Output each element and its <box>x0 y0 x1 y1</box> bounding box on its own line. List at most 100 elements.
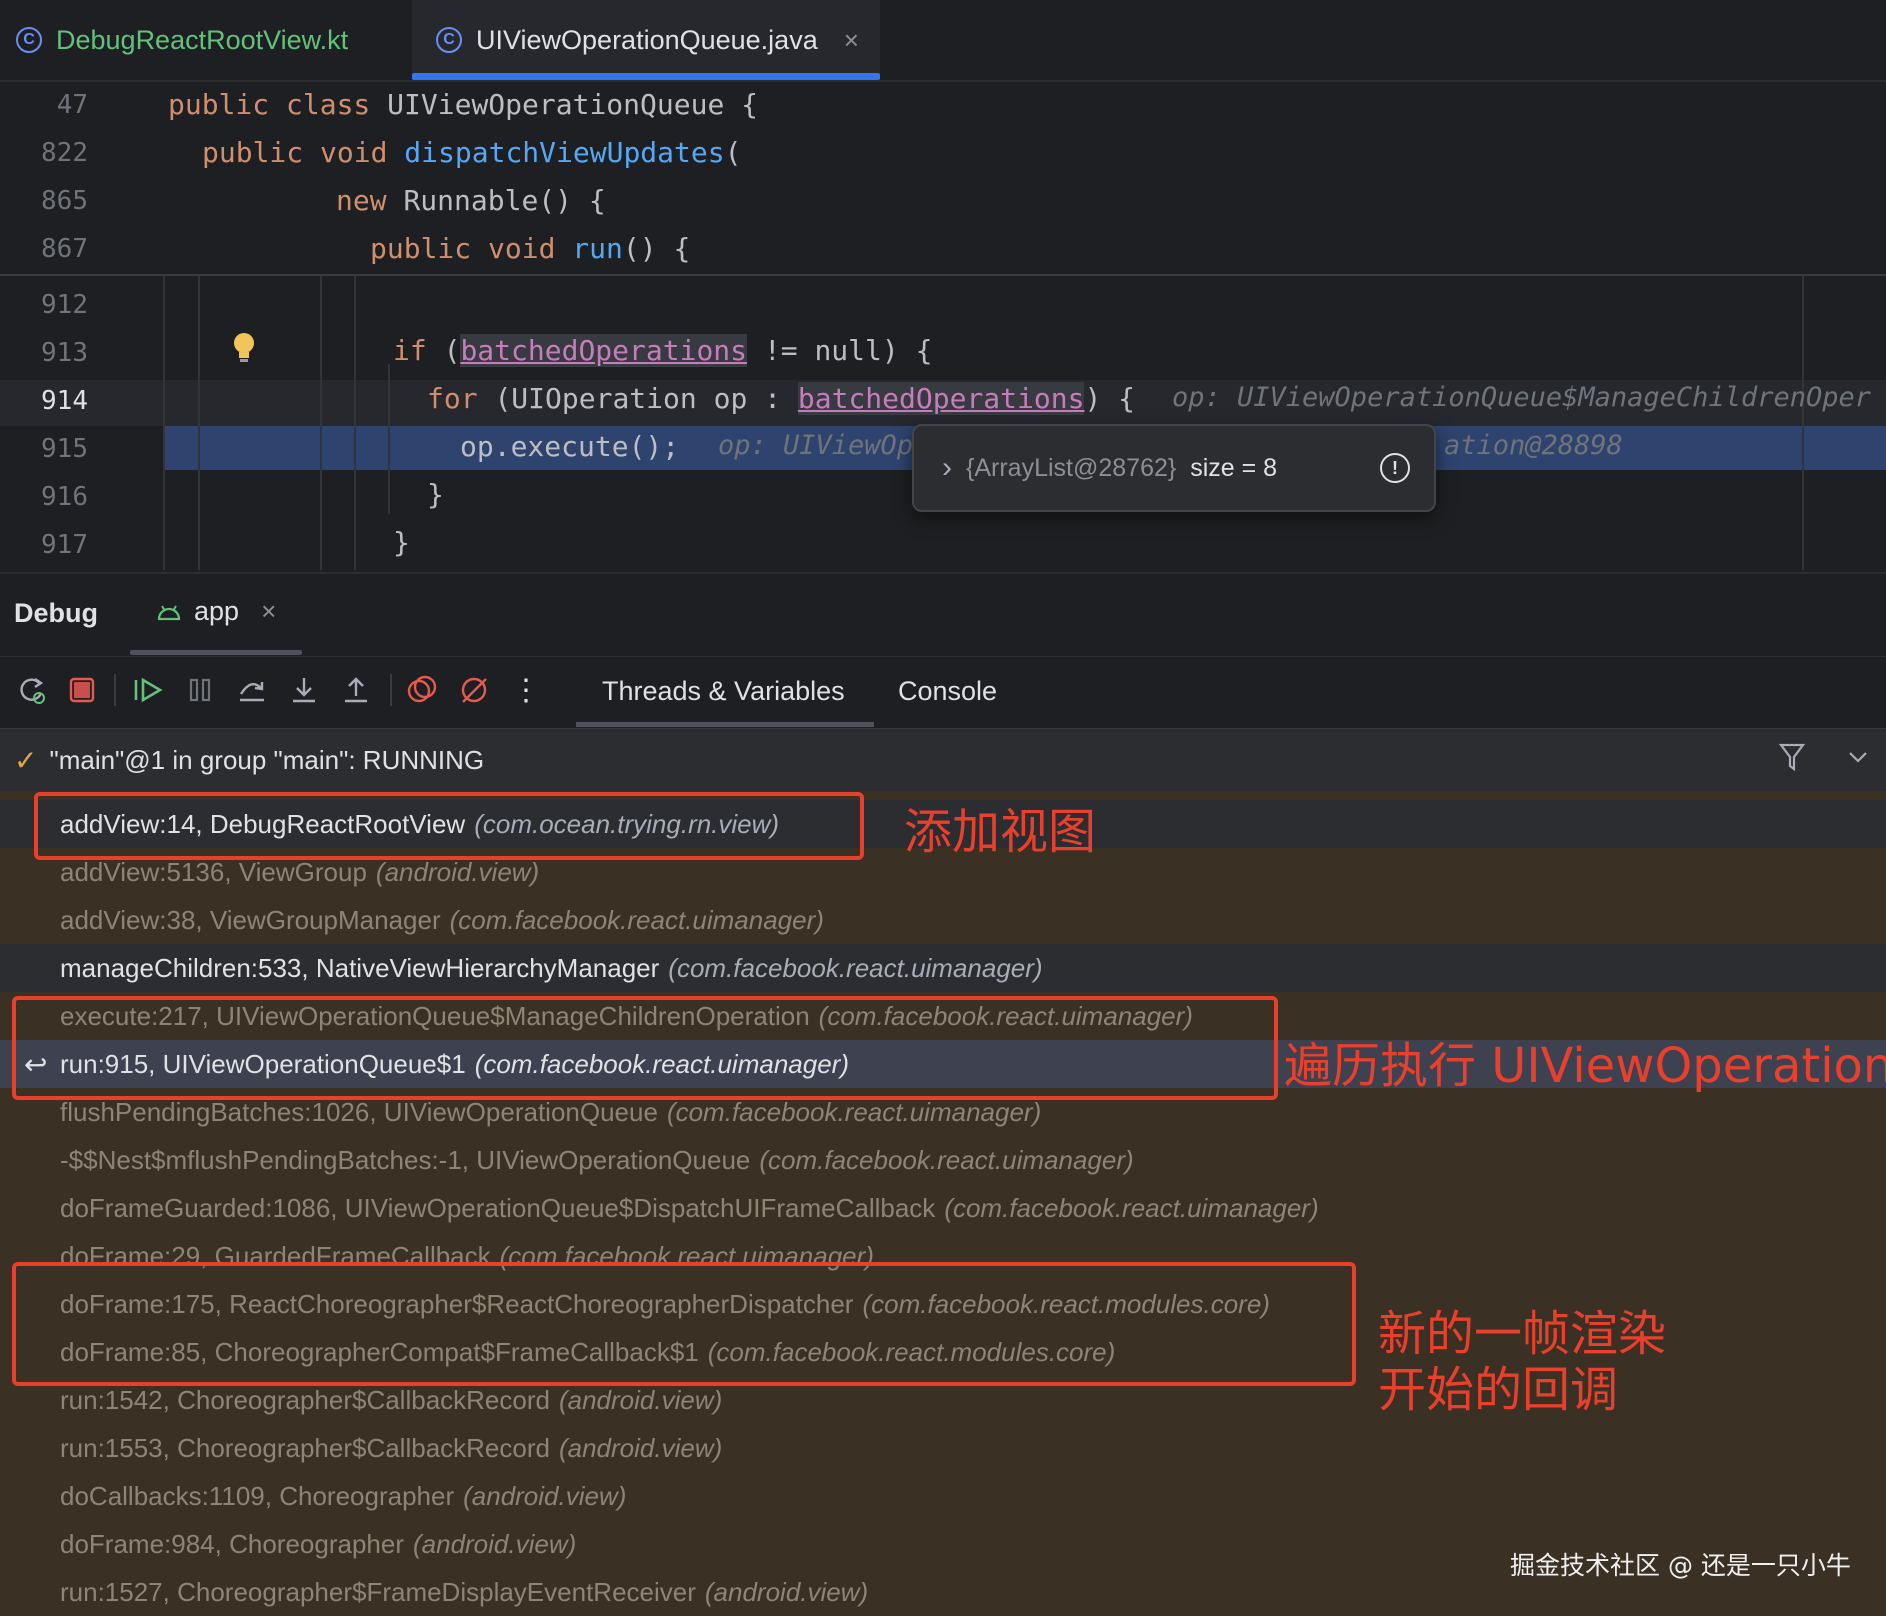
frame-method: addView:38, ViewGroupManager <box>60 904 441 935</box>
tab-debugreactrootview[interactable]: C DebugReactRootView.kt <box>16 0 348 80</box>
close-icon[interactable]: × <box>844 25 859 56</box>
chevron-right-icon[interactable]: › <box>942 451 952 485</box>
frame-method: flushPendingBatches:1026, UIViewOperatio… <box>60 1096 658 1127</box>
value-tooltip[interactable]: › {ArrayList@28762} size = 8 ! <box>912 424 1436 512</box>
code-line-822: public void dispatchViewUpdates( <box>202 136 741 169</box>
frame-method: run:1527, Choreographer$FrameDisplayEven… <box>60 1576 696 1607</box>
code-text: != null) { <box>747 334 933 367</box>
line-number: 822 <box>41 138 88 168</box>
filter-icon[interactable] <box>1778 740 1806 779</box>
mute-breakpoints-icon[interactable] <box>454 668 494 712</box>
frame-item[interactable]: doFrameGuarded:1086, UIViewOperationQueu… <box>0 1184 1886 1232</box>
session-label: app <box>194 596 240 626</box>
keyword: new <box>336 184 404 217</box>
thread-selector[interactable]: ✓ "main"@1 in group "main": RUNNING <box>0 728 1886 792</box>
frame-package: (android.view) <box>412 1528 577 1559</box>
annotation-frame-line2: 开始的回调 <box>1378 1362 1619 1418</box>
annotation-add-view: 添加视图 <box>904 804 1097 860</box>
frame-method: run:1553, Choreographer$CallbackRecord <box>60 1432 550 1463</box>
code-line-916: } <box>427 478 444 511</box>
line-number: 916 <box>41 482 88 512</box>
android-icon <box>157 604 181 620</box>
field-reference[interactable]: batchedOperations <box>460 334 748 367</box>
frame-package: (android.view) <box>558 1384 723 1415</box>
toolbar-divider <box>390 674 392 706</box>
tab-console[interactable]: Console <box>898 676 997 707</box>
inline-value-hint: op: UIViewOperationQueue$ManageChildrenO… <box>1172 382 1871 413</box>
resume-icon[interactable] <box>128 668 168 712</box>
indent-guide <box>388 364 390 514</box>
tab-uiviewoperationqueue[interactable]: C UIViewOperationQueue.java × <box>412 0 880 80</box>
line-number: 914 <box>41 386 88 416</box>
frame-item[interactable]: doCallbacks:1109, Choreographer (android.… <box>0 1472 1886 1520</box>
frame-package: (android.view) <box>558 1432 723 1463</box>
frame-package: (com.facebook.react.uimanager) <box>666 1096 1042 1127</box>
step-over-icon[interactable] <box>232 668 272 712</box>
keyword: public class <box>168 88 388 121</box>
tab-label: UIViewOperationQueue.java <box>476 24 818 55</box>
step-into-icon[interactable] <box>284 668 324 712</box>
indent-guide <box>198 276 200 570</box>
frame-package: (com.facebook.react.uimanager) <box>668 952 1043 983</box>
code-text: ) { <box>1084 382 1136 415</box>
frame-method: addView:5136, ViewGroup <box>60 856 367 887</box>
kotlin-class-icon: C <box>16 27 42 53</box>
keyword: public void <box>370 232 573 265</box>
frame-item[interactable]: run:1553, Choreographer$CallbackRecord (a… <box>0 1424 1886 1472</box>
close-icon[interactable]: × <box>261 596 276 627</box>
stop-icon[interactable] <box>62 668 102 712</box>
debug-title: Debug <box>14 598 98 628</box>
method-name: run <box>572 232 623 265</box>
frame-method: -$$Nest$mflushPendingBatches:-1, UIViewO… <box>60 1144 751 1175</box>
code-text: Runnable() { <box>403 184 606 217</box>
tab-threads-variables[interactable]: Threads & Variables <box>602 676 845 707</box>
line-number: 867 <box>41 234 88 264</box>
annotation-box-frame-callback <box>12 1262 1356 1386</box>
keyword: for <box>427 382 495 415</box>
frame-package: (com.facebook.react.uimanager) <box>449 904 824 935</box>
field-reference[interactable]: batchedOperations <box>797 382 1085 415</box>
lightbulb-icon[interactable] <box>230 330 258 371</box>
session-tab-underline <box>130 650 302 655</box>
code-text: ( <box>724 136 742 169</box>
code-line-867: public void run() { <box>370 232 690 265</box>
right-margin-guide <box>1802 276 1804 570</box>
thread-label: "main"@1 in group "main": RUNNING <box>49 744 485 775</box>
annotation-iterate: 遍历执行 UIViewOperation <box>1284 1038 1886 1094</box>
code-line-915: op.execute(); <box>460 430 680 463</box>
code-line-914: for (UIOperation op : batchedOperations)… <box>427 382 1135 415</box>
java-class-icon: C <box>436 27 462 53</box>
line-number: 47 <box>56 90 88 120</box>
frame-package: (android.view) <box>375 856 540 887</box>
info-icon[interactable]: ! <box>1380 453 1410 483</box>
code-line-47: public class UIViewOperationQueue { <box>168 88 758 121</box>
code-text: ( <box>443 334 461 367</box>
frame-item[interactable]: addView:38, ViewGroupManager (com.faceboo… <box>0 896 1886 944</box>
frame-method: doCallbacks:1109, Choreographer <box>60 1480 455 1511</box>
rerun-icon[interactable] <box>12 668 52 712</box>
view-breakpoints-icon[interactable] <box>402 668 442 712</box>
more-options-icon[interactable]: ⋮ <box>506 668 546 712</box>
indent-guide <box>320 276 322 570</box>
code-text: (UIOperation op : <box>494 382 798 415</box>
inline-value-hint: op: UIViewOp <box>718 430 914 461</box>
tab-label: DebugReactRootView.kt <box>56 24 349 55</box>
chevron-down-icon[interactable] <box>1846 744 1870 775</box>
frame-item[interactable]: -$$Nest$mflushPendingBatches:-1, UIViewO… <box>0 1136 1886 1184</box>
sticky-lines-separator <box>0 274 1886 276</box>
debug-tool-window-header <box>0 572 1886 658</box>
line-number: 865 <box>41 186 88 216</box>
active-tab-indicator <box>412 73 880 80</box>
keyword: public void <box>202 136 405 169</box>
frame-method: doFrameGuarded:1086, UIViewOperationQueu… <box>60 1192 936 1223</box>
step-out-icon[interactable] <box>336 668 376 712</box>
code-text: () { <box>622 232 691 265</box>
debug-session-tab[interactable]: app × <box>156 596 276 627</box>
pause-icon[interactable] <box>180 668 220 712</box>
line-number: 917 <box>41 530 88 560</box>
frame-package: (com.facebook.react.uimanager) <box>759 1144 1134 1175</box>
code-line-917: } <box>393 526 410 559</box>
inline-value-hint: ation@28898 <box>1444 430 1623 461</box>
frame-item[interactable]: manageChildren:533, NativeViewHierarchyM… <box>0 944 1886 992</box>
code-line-913: if (batchedOperations != null) { <box>393 334 932 367</box>
